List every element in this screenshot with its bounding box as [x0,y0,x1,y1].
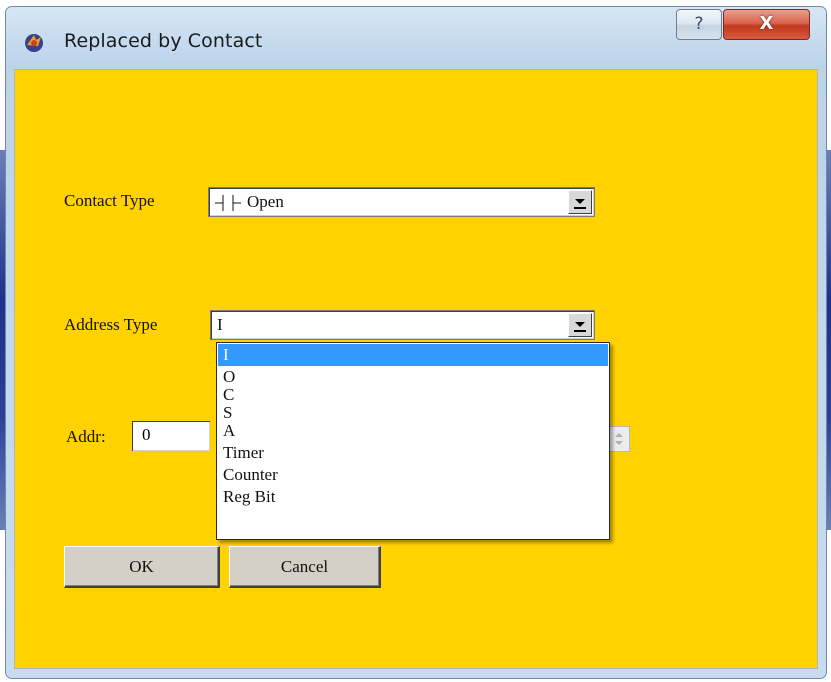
contact-type-label: Contact Type [64,191,155,210]
contact-type-dropdown-button[interactable] [568,190,592,214]
address-type-combo[interactable]: I [210,310,595,340]
close-button[interactable]: X [723,9,810,40]
contact-open-icon [215,195,241,212]
cancel-button[interactable]: Cancel [229,546,381,588]
ok-button[interactable]: OK [64,546,220,588]
help-icon: ? [694,14,704,34]
list-item-timer[interactable]: Timer [218,442,608,464]
list-item-a[interactable]: A [218,420,608,442]
address-type-label: Address Type [64,315,158,334]
addr-spinner[interactable] [608,426,630,452]
dropdown-underline [574,330,586,332]
list-item-counter[interactable]: Counter [218,464,608,486]
window-title: Replaced by Contact [64,30,263,52]
chevron-down-icon [575,199,585,204]
title-bar[interactable]: Replaced by Contact ? X [6,7,826,69]
address-type-value: I [217,315,223,334]
spin-up-icon [615,433,623,437]
list-item-reg-bit[interactable]: Reg Bit [218,486,608,508]
contact-type-text: Open [247,192,284,211]
addr-input[interactable]: 0 [132,421,210,451]
addr-value: 0 [142,425,151,444]
dropdown-underline [574,207,586,209]
address-type-dropdown-list[interactable]: I O C S A Timer Counter Reg Bit [216,342,610,540]
addr-label: Addr: [66,427,106,446]
dialog-body: Contact Type Open Address Type I Addr: 0… [14,69,818,669]
spin-down-icon [615,441,623,445]
address-type-dropdown-button[interactable] [568,313,592,337]
app-logo-icon [25,34,43,52]
list-item-i[interactable]: I [218,344,608,366]
help-button[interactable]: ? [676,9,722,40]
dialog-window: Replaced by Contact ? X Contact Type Ope… [5,6,827,679]
close-icon: X [759,13,774,34]
contact-type-value: Open [215,192,284,212]
contact-type-combo[interactable]: Open [208,187,595,217]
chevron-down-icon [575,322,585,327]
